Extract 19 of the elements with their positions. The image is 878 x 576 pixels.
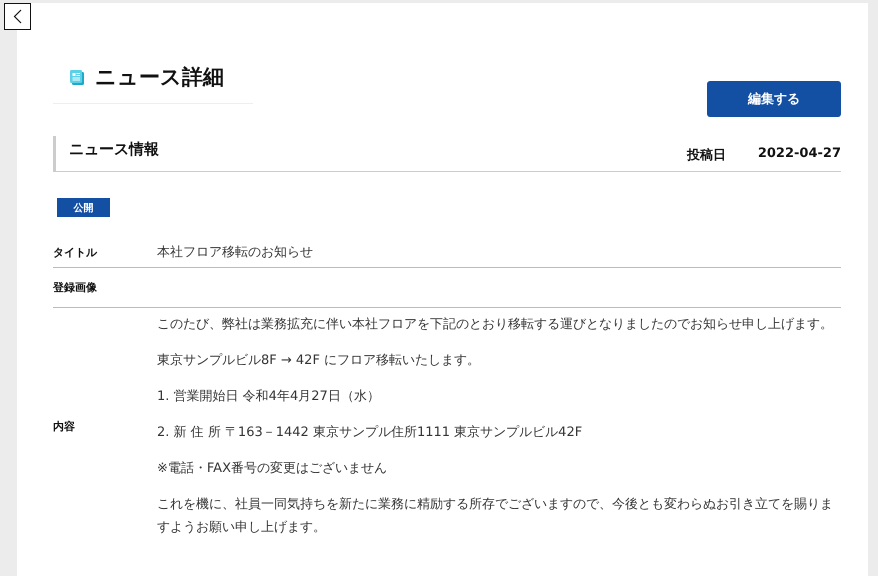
section-title: ニュース情報 [69,140,160,159]
content-paragraph: これを機に、社員一同気持ちを新たに業務に精励する所存でございますので、今後とも変わらぬお引き立てを賜りますようお願い申し上げます。 [157,496,834,537]
field-label: 内容 [53,418,76,434]
document-icon [69,69,85,85]
status-badge: 公開 [57,198,110,217]
field-label: タイトル [53,244,98,260]
content-paragraph: 1. 営業開始日 令和4年4月27日（水） [157,388,381,406]
posted-date-label: 投稿日 [686,146,726,164]
back-icon [13,9,22,24]
field-label: 登録画像 [53,280,98,295]
content-paragraph: このたび、弊社は業務拡充に伴い本社フロアを下記のとおり移転する運びとなりましたのでお知らせ申し上げます。 [157,316,834,334]
page-title: ニュース詳細 [95,64,224,91]
content-paragraph: 2. 新 住 所 〒163－1442 東京サンプル住所1111 東京サンプルビル42F [157,424,584,442]
edit-button[interactable]: 編集する [707,81,841,117]
content-paragraph: 東京サンプルビル8F → 42F にフロア移転いたします。 [157,352,482,370]
content-paragraph: ※電話・FAX番号の変更はございません [157,460,388,478]
back-button[interactable] [4,3,31,30]
field-value: 本社フロア移転のお知らせ [157,244,313,261]
posted-date: 2022-04-27 [758,146,841,161]
